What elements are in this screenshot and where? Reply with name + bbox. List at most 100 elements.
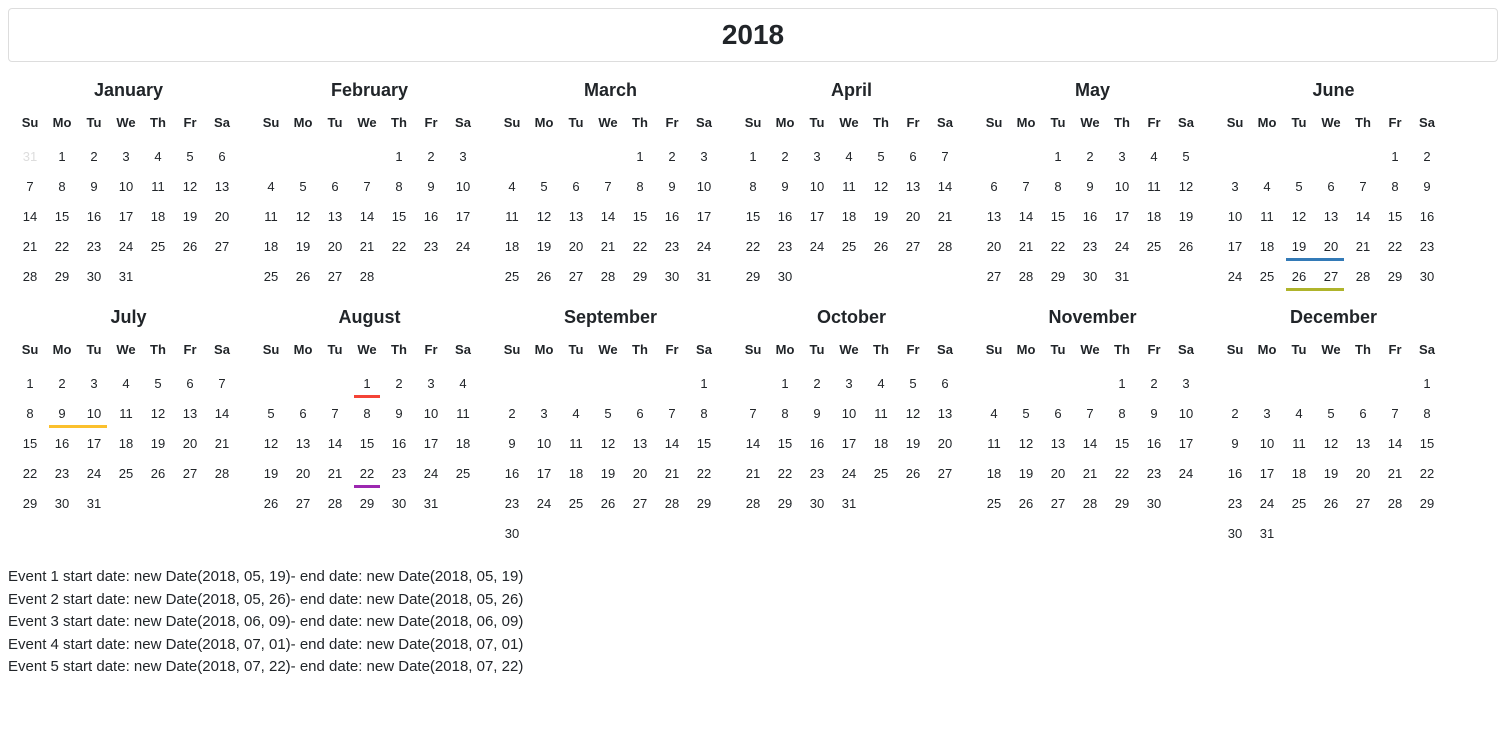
day-cell[interactable]: 22: [383, 233, 415, 263]
day-cell[interactable]: 9: [78, 173, 110, 203]
day-cell[interactable]: 9: [1074, 173, 1106, 203]
day-cell[interactable]: 1: [737, 143, 769, 173]
highlighted-day[interactable]: 22: [351, 460, 383, 490]
day-cell[interactable]: 6: [206, 143, 238, 173]
day-cell[interactable]: 5: [174, 143, 206, 173]
day-cell[interactable]: 9: [769, 173, 801, 203]
day-cell[interactable]: 16: [1219, 460, 1251, 490]
day-cell[interactable]: 15: [737, 203, 769, 233]
day-cell[interactable]: 25: [560, 490, 592, 520]
day-cell[interactable]: 7: [737, 400, 769, 430]
day-cell[interactable]: 5: [1010, 400, 1042, 430]
day-cell[interactable]: 30: [383, 490, 415, 520]
day-cell[interactable]: 10: [688, 173, 720, 203]
day-cell[interactable]: 2: [1219, 400, 1251, 430]
day-cell[interactable]: 4: [255, 173, 287, 203]
day-cell[interactable]: 1: [14, 370, 46, 400]
day-cell[interactable]: 31: [688, 263, 720, 293]
day-cell[interactable]: 11: [496, 203, 528, 233]
day-cell[interactable]: 27: [319, 263, 351, 293]
day-cell[interactable]: 3: [1251, 400, 1283, 430]
day-cell[interactable]: 6: [174, 370, 206, 400]
day-cell[interactable]: 24: [78, 460, 110, 490]
day-cell[interactable]: 27: [624, 490, 656, 520]
day-cell[interactable]: 7: [206, 370, 238, 400]
day-cell[interactable]: 28: [206, 460, 238, 490]
day-cell[interactable]: 30: [1138, 490, 1170, 520]
day-cell[interactable]: 28: [319, 490, 351, 520]
day-cell[interactable]: 6: [1042, 400, 1074, 430]
day-cell[interactable]: 31: [1251, 520, 1283, 550]
day-cell[interactable]: 16: [1411, 203, 1443, 233]
day-cell[interactable]: 13: [560, 203, 592, 233]
day-cell[interactable]: 19: [287, 233, 319, 263]
day-cell[interactable]: 7: [1379, 400, 1411, 430]
day-cell[interactable]: 13: [174, 400, 206, 430]
day-cell[interactable]: 29: [1042, 263, 1074, 293]
day-cell[interactable]: 26: [287, 263, 319, 293]
day-cell[interactable]: 13: [929, 400, 961, 430]
day-cell[interactable]: 23: [1411, 233, 1443, 263]
day-cell[interactable]: 28: [737, 490, 769, 520]
day-cell[interactable]: 24: [1251, 490, 1283, 520]
day-cell[interactable]: 26: [1170, 233, 1202, 263]
day-cell[interactable]: 21: [319, 460, 351, 490]
day-cell[interactable]: 6: [560, 173, 592, 203]
day-cell[interactable]: 22: [1379, 233, 1411, 263]
day-cell[interactable]: 17: [688, 203, 720, 233]
day-cell[interactable]: 26: [592, 490, 624, 520]
day-cell[interactable]: 4: [110, 370, 142, 400]
day-cell[interactable]: 26: [255, 490, 287, 520]
day-cell[interactable]: 24: [688, 233, 720, 263]
day-cell[interactable]: 24: [833, 460, 865, 490]
day-cell[interactable]: 25: [1283, 490, 1315, 520]
day-cell[interactable]: 1: [769, 370, 801, 400]
day-cell[interactable]: 20: [978, 233, 1010, 263]
day-cell[interactable]: 10: [110, 173, 142, 203]
day-cell[interactable]: 3: [447, 143, 479, 173]
day-cell[interactable]: 13: [1042, 430, 1074, 460]
day-cell[interactable]: 28: [656, 490, 688, 520]
day-cell[interactable]: 26: [1315, 490, 1347, 520]
day-cell[interactable]: 7: [14, 173, 46, 203]
day-cell[interactable]: 9: [496, 430, 528, 460]
day-cell[interactable]: 15: [624, 203, 656, 233]
day-cell[interactable]: 2: [656, 143, 688, 173]
day-cell[interactable]: 18: [110, 430, 142, 460]
day-cell[interactable]: 13: [319, 203, 351, 233]
day-cell[interactable]: 6: [624, 400, 656, 430]
day-cell[interactable]: 24: [110, 233, 142, 263]
day-cell[interactable]: 18: [1251, 233, 1283, 263]
day-cell[interactable]: 13: [1347, 430, 1379, 460]
day-cell[interactable]: 6: [897, 143, 929, 173]
day-cell[interactable]: 14: [1379, 430, 1411, 460]
day-cell[interactable]: 12: [528, 203, 560, 233]
day-cell[interactable]: 6: [319, 173, 351, 203]
day-cell[interactable]: 17: [1219, 233, 1251, 263]
day-cell[interactable]: 29: [1411, 490, 1443, 520]
day-cell[interactable]: 23: [496, 490, 528, 520]
day-cell[interactable]: 29: [737, 263, 769, 293]
day-cell[interactable]: 27: [287, 490, 319, 520]
day-cell[interactable]: 12: [255, 430, 287, 460]
day-cell[interactable]: 15: [46, 203, 78, 233]
day-cell[interactable]: 13: [978, 203, 1010, 233]
day-cell[interactable]: 4: [560, 400, 592, 430]
day-cell[interactable]: 18: [496, 233, 528, 263]
day-cell[interactable]: 10: [415, 400, 447, 430]
day-cell[interactable]: 22: [14, 460, 46, 490]
day-cell[interactable]: 16: [1138, 430, 1170, 460]
day-cell[interactable]: 4: [865, 370, 897, 400]
day-cell[interactable]: 11: [110, 400, 142, 430]
day-cell[interactable]: 3: [528, 400, 560, 430]
day-cell[interactable]: 5: [528, 173, 560, 203]
day-cell[interactable]: 24: [447, 233, 479, 263]
day-cell[interactable]: 27: [1042, 490, 1074, 520]
day-cell[interactable]: 10: [1170, 400, 1202, 430]
day-cell[interactable]: 8: [737, 173, 769, 203]
day-cell[interactable]: 21: [1074, 460, 1106, 490]
day-cell[interactable]: 13: [624, 430, 656, 460]
day-cell[interactable]: 4: [1138, 143, 1170, 173]
day-cell[interactable]: 17: [833, 430, 865, 460]
day-cell[interactable]: 22: [1411, 460, 1443, 490]
